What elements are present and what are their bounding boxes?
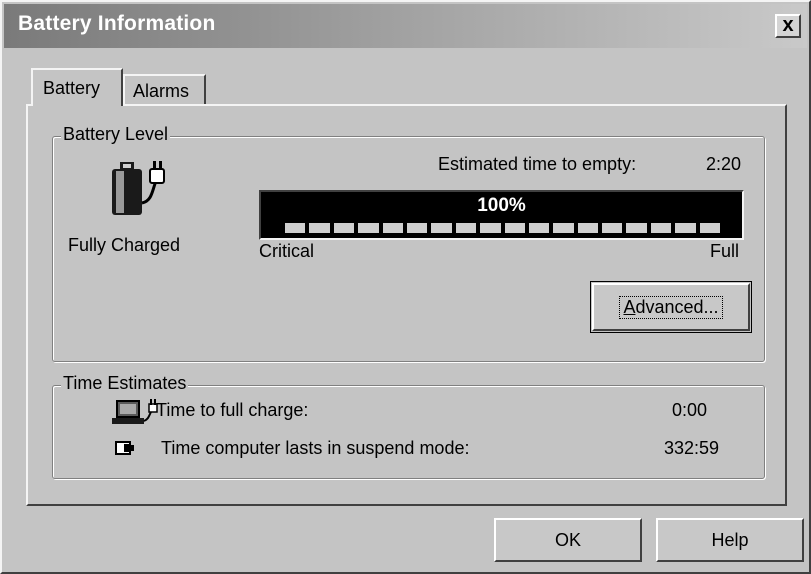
tab-battery-label: Battery (43, 78, 101, 98)
ok-button[interactable]: OK (494, 518, 642, 562)
battery-percent-text: 100% (477, 195, 526, 216)
help-button[interactable]: Help (656, 518, 804, 562)
battery-level-segment (285, 223, 306, 233)
battery-level-legend: Battery Level (61, 124, 171, 145)
suspend-mode-value: 332:59 (664, 438, 720, 458)
title-bar[interactable]: Battery Information x (4, 4, 807, 48)
full-charge-value: 0:00 (672, 400, 708, 420)
battery-level-segment (480, 223, 501, 233)
estimated-time-value: 2:20 (706, 154, 742, 174)
battery-level-segment (358, 223, 379, 233)
battery-level-segments (285, 223, 721, 233)
tab-alarms[interactable]: Alarms (123, 74, 206, 106)
battery-information-dialog: Battery Information x Battery Alarms Bat… (0, 0, 811, 574)
time-estimates-group: Time Estimates Time to full charge: 0:00… (52, 373, 765, 479)
advanced-button-label: Advanced... (619, 296, 723, 319)
battery-level-segment (528, 223, 550, 233)
advanced-button[interactable]: Advanced... (590, 281, 752, 333)
battery-level-segment (431, 223, 452, 233)
battery-level-segment (382, 223, 403, 233)
battery-level-meter: 100% (259, 190, 744, 240)
battery-level-segment (699, 223, 721, 233)
battery-plug-icon (112, 161, 165, 215)
battery-level-group: Battery Level Fully Charged Estimated ti… (52, 124, 765, 362)
battery-level-segment (675, 223, 696, 233)
battery-level-segment (650, 223, 672, 233)
battery-status-text: Fully Charged (68, 235, 181, 255)
battery-level-segment (577, 223, 599, 233)
close-button[interactable]: x (775, 14, 801, 38)
time-estimates-legend: Time Estimates (61, 373, 189, 394)
battery-level-segment (309, 223, 330, 233)
suspend-battery-icon (115, 441, 134, 455)
battery-level-segment (455, 223, 477, 233)
tab-alarms-label: Alarms (133, 81, 190, 101)
battery-level-segment (602, 223, 623, 233)
battery-level-segment (553, 223, 574, 233)
suspend-mode-label: Time computer lasts in suspend mode: (161, 438, 470, 458)
critical-label: Critical (259, 241, 315, 261)
tab-battery[interactable]: Battery (31, 68, 123, 106)
battery-level-segment (333, 223, 355, 233)
estimated-time-label: Estimated time to empty: (438, 154, 637, 174)
battery-level-segment (504, 223, 525, 233)
full-charge-label: Time to full charge: (156, 400, 309, 420)
battery-level-segment (406, 223, 428, 233)
battery-level-segment (626, 223, 647, 233)
battery-tab-panel: Battery Level Fully Charged Estimated ti… (26, 104, 787, 506)
full-label: Full (710, 241, 740, 261)
window-title: Battery Information (18, 12, 216, 35)
